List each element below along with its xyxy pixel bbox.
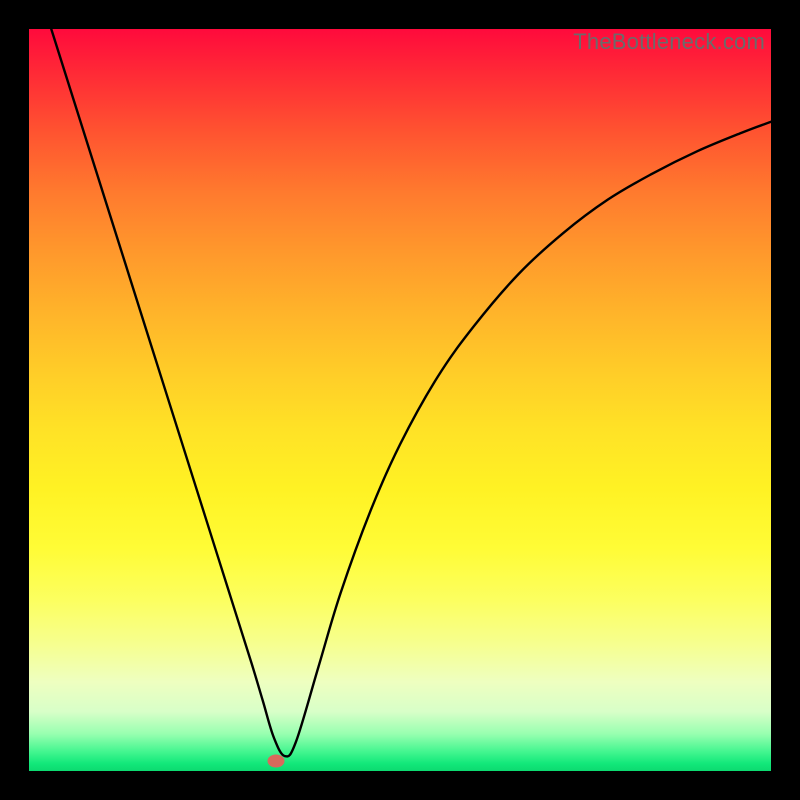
plot-area: TheBottleneck.com — [29, 29, 771, 771]
chart-container: TheBottleneck.com — [0, 0, 800, 800]
bottleneck-curve — [29, 29, 771, 771]
watermark-text: TheBottleneck.com — [573, 29, 765, 55]
curve-path — [51, 29, 771, 756]
optimal-point-marker — [268, 755, 285, 768]
